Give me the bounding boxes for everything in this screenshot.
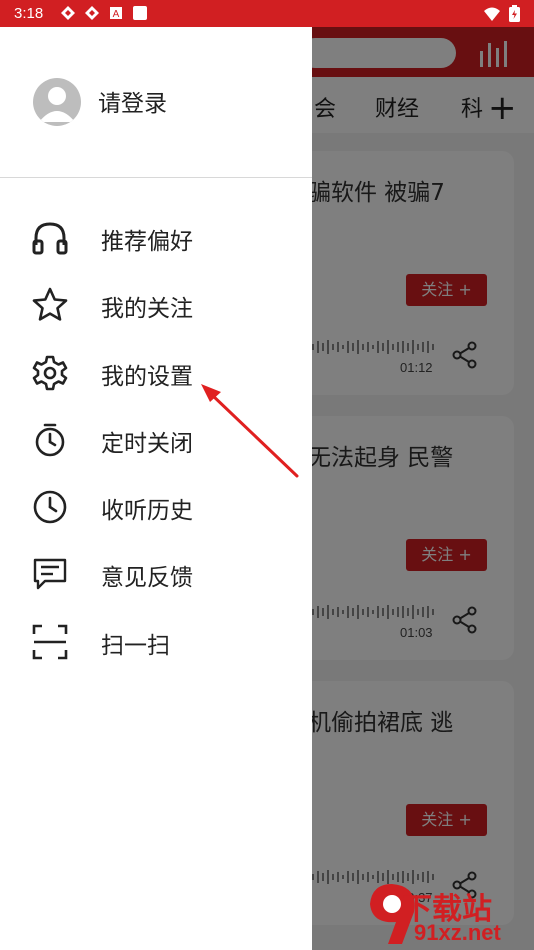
status-time: 3:18 [14,5,44,22]
clock-icon [33,490,67,524]
timer-icon [35,423,65,457]
menu-item-label: 定时关闭 [101,431,193,457]
notification-icon [85,6,99,20]
watermark-url: 91xz.net [414,920,501,945]
menu-item-label: 意见反馈 [101,565,193,591]
menu-item-feedback[interactable]: 意见反馈 [0,545,312,605]
avatar[interactable] [33,78,81,126]
user-avatar-icon [39,87,75,122]
menu-item-preferences[interactable]: 推荐偏好 [0,209,312,269]
menu-item-label: 收听历史 [101,498,193,524]
square-icon [133,6,147,20]
menu-item-scan[interactable]: 扫一扫 [0,613,312,673]
menu-item-label: 推荐偏好 [101,229,193,255]
login-link[interactable]: 请登录 [98,84,167,118]
notification-icon [61,6,75,20]
menu-item-label: 我的关注 [101,296,193,322]
status-bar: 3:18 A [0,0,534,27]
headphones-icon [32,222,68,255]
divider [0,177,312,178]
wifi-icon [484,7,500,21]
menu-item-label: 扫一扫 [101,633,170,659]
navigation-drawer: 请登录 推荐偏好 我的关注 我的设置 定时关闭 收听历史 意见反馈 扫一扫 [0,27,312,950]
watermark: 下载站 91xz.net [362,882,501,950]
text-a-icon: A [110,7,122,20]
annotation-arrow-icon [201,384,299,478]
menu-item-history[interactable]: 收听历史 [0,478,312,538]
feedback-icon [33,558,67,590]
svg-text:A: A [113,9,120,20]
menu-item-label: 我的设置 [101,364,193,390]
battery-icon [509,5,520,22]
star-icon [32,287,68,321]
scan-icon [32,624,68,660]
menu-item-follows[interactable]: 我的关注 [0,276,312,336]
gear-icon [32,355,68,391]
